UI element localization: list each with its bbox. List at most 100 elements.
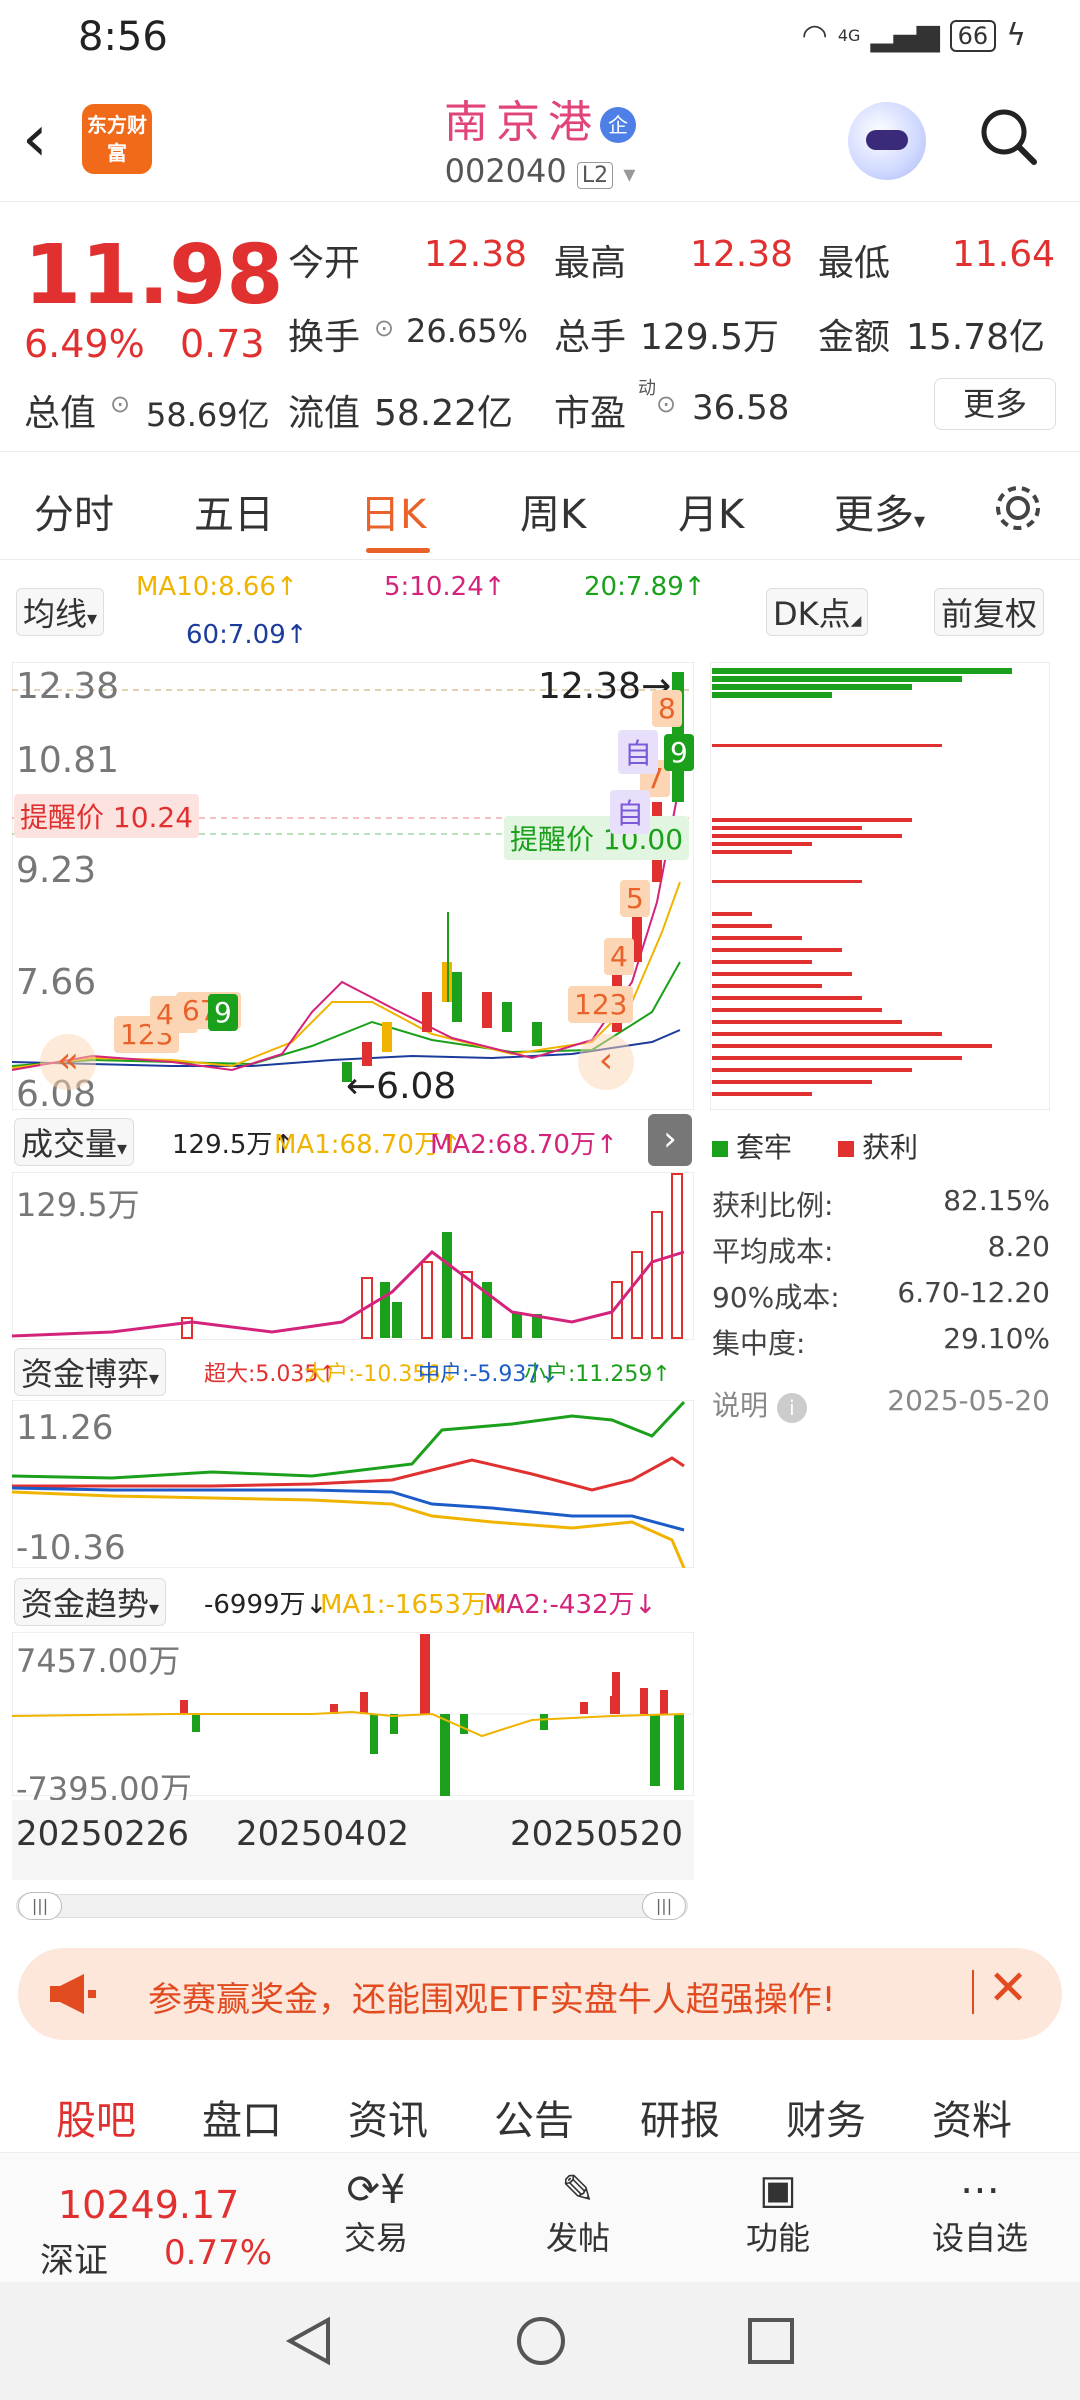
tab-weekly-k[interactable]: 周K [520,482,586,540]
period-tabs: 分时 五日 日K 周K 月K 更多▾ [0,452,1080,560]
chip-note-link[interactable]: 说明 i [712,1384,807,1424]
chevron-down-icon: ▾ [117,1136,128,1160]
expand-chevron-icon[interactable]: › [648,1114,692,1166]
chip-value: 29.10% [943,1322,1050,1355]
status-bar: 8:56 ◠ 4G ▂▄▆ 66 ϟ [0,0,1080,72]
chip-date: 2025-05-20 [887,1384,1050,1417]
fund-game-selector-label: 资金博弈 [21,1355,150,1393]
alert-price-2[interactable]: 提醒价 10.00 [504,816,690,860]
legend-profit: 获利 [838,1126,918,1166]
trade-label: 交易 [343,2219,408,2257]
trade-button[interactable]: ⟳¥ 交易 [326,2167,426,2259]
y-label-high: 12.38 [16,666,120,707]
grid-icon: ▣ [759,2167,797,2213]
chevron-down-icon: ▾ [914,509,926,534]
add-watchlist-label: 设自选 [931,2219,1028,2257]
info-icon: i [776,1393,807,1423]
last-price: 11.98 [24,228,284,323]
sequence-marker: 8 [652,690,682,727]
scroll-left-icon[interactable]: « [40,1034,96,1090]
tab-finance[interactable]: 财务 [786,2088,866,2146]
nav-recents-icon[interactable] [744,2314,798,2368]
zi-marker: 自 [610,790,651,834]
chip-label: 平均成本: [712,1235,834,1268]
fund-trend-selector-label: 资金趋势 [21,1585,150,1623]
tab-announcements[interactable]: 公告 [494,2088,574,2146]
stock-name-text: 南京港 [444,97,600,148]
range-handle-right[interactable]: ||| [642,1892,686,1920]
search-icon[interactable] [978,106,1038,166]
date-label: 20250520 [510,1814,684,1854]
tab-daily-k[interactable]: 日K [360,482,426,540]
volume-ymax: 129.5万 [16,1186,140,1224]
nav-home-icon[interactable] [514,2314,568,2368]
legend-profit-label: 获利 [862,1131,919,1164]
post-button[interactable]: ✎ 发帖 [528,2167,628,2259]
mktcap-value: 58.69亿 [146,396,270,434]
sequence-marker: 9 [664,734,694,771]
volume-value: 129.5万 [640,317,780,358]
turnover-label: 换手 [288,317,361,358]
ma10-value: MA10:8.66↑ [136,572,298,602]
legend-swatch-red [838,1141,854,1157]
more-button[interactable]: 更多 [934,378,1056,430]
ma-selector[interactable]: 均线▾ [16,588,105,636]
info-icon[interactable]: ⊙ [110,390,130,418]
tab-five-day[interactable]: 五日 [194,482,274,540]
signal-icon: ▂▄▆ [870,18,940,53]
index-name: 深证 [40,2241,108,2281]
fund-game-selector[interactable]: 资金博弈▾ [14,1348,167,1396]
chevron-down-icon: ▾ [149,1366,160,1390]
trend-ymax: 7457.00万 [16,1642,181,1680]
tab-news[interactable]: 资讯 [348,2088,428,2146]
tab-research[interactable]: 研报 [640,2088,720,2146]
pe-dynamic-mark: 动 [638,378,656,399]
tab-guba[interactable]: 股吧 [56,2088,136,2146]
tab-profile[interactable]: 资料 [932,2088,1012,2146]
range-scrollbar[interactable] [16,1894,688,1918]
range-handle-left[interactable]: ||| [18,1892,62,1920]
volume-selector[interactable]: 成交量▾ [14,1118,135,1166]
banner-text: 参赛赢奖金，还能围观ETF实盘牛人超强操作! [148,1980,836,2020]
y-label-4: 7.66 [16,962,97,1003]
banner-divider [972,1970,974,2014]
volume-selector-label: 成交量 [21,1125,118,1163]
low-label: 最低 [818,243,891,284]
tab-more[interactable]: 更多▾ [834,482,925,540]
date-label: 20250226 [16,1814,190,1854]
promo-banner[interactable]: 参赛赢奖金，还能围观ETF实盘牛人超强操作! ✕ [18,1948,1062,2040]
tab-pankou[interactable]: 盘口 [202,2088,282,2146]
content-tabs: 股吧 盘口 资讯 公告 研报 财务 资料 [0,2056,1080,2152]
robot-avatar[interactable] [848,102,926,180]
nav-back-icon[interactable] [282,2314,336,2368]
wifi-icon: ◠ [801,18,828,53]
zoom-out-icon[interactable]: ‹ [578,1034,634,1090]
adjust-forward-button[interactable]: 前复权 [934,588,1045,636]
tab-intraday[interactable]: 分时 [34,482,114,540]
info-icon[interactable]: ⊙ [374,314,394,342]
system-nav-bar [0,2282,1080,2400]
y-label-2: 10.81 [16,740,120,781]
chip-value: 6.70-12.20 [897,1276,1050,1309]
alert-price-1[interactable]: 提醒价 10.24 [14,794,200,838]
edit-icon: ✎ [561,2167,595,2213]
legend-swatch-green [712,1141,728,1157]
tab-monthly-k[interactable]: 月K [678,482,744,540]
ma60-value: 60:7.09↑ [186,620,308,650]
fund-trend-selector[interactable]: 资金趋势▾ [14,1578,167,1626]
settings-gear-icon[interactable] [990,480,1046,536]
dk-point-button[interactable]: DK点◢ [766,588,869,636]
bottom-action-bar: 10249.17 深证 0.77% ⟳¥ 交易 ✎ 发帖 ▣ 功能 ⋯ 设自选 [0,2152,1080,2282]
chip-distribution-chart[interactable] [710,662,1050,1110]
function-button[interactable]: ▣ 功能 [728,2167,828,2259]
stock-header: ‹ 东方财富 南京港企 002040 L2 ▾ [0,72,1080,202]
add-watchlist-button[interactable]: ⋯ 设自选 [920,2167,1040,2259]
close-icon[interactable]: ✕ [988,1960,1028,2016]
chip-label: 集中度: [712,1327,806,1360]
high-marker-value: 12.38 [538,666,642,707]
tab-more-label: 更多 [834,492,914,538]
network-label: 4G [837,26,861,45]
float-value: 58.22亿 [374,393,514,434]
info-icon[interactable]: ⊙ [656,390,676,418]
trend-current: -6999万↓ [204,1590,328,1620]
